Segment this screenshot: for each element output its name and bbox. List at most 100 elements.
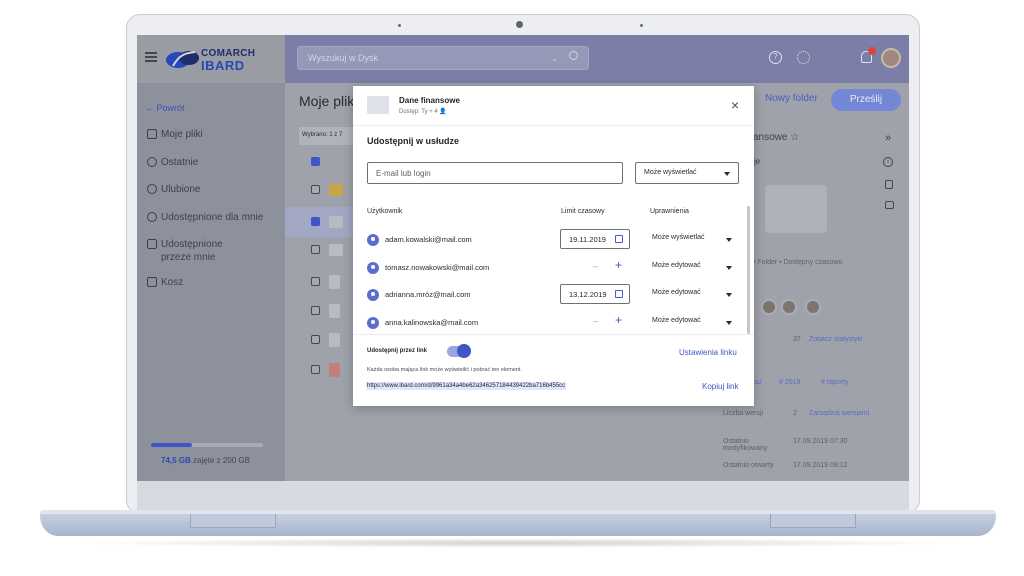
user-icon [367,289,379,301]
gear-icon[interactable] [797,51,810,64]
dialog-file-name: Dane finansowe [399,96,460,105]
chevron-down-icon [726,321,732,325]
row-checkbox[interactable] [311,365,320,374]
dialog-heading: Udostępnij w usłudze [367,136,460,146]
tag[interactable]: # 2019 [779,379,800,386]
info-icon[interactable]: i [883,157,893,167]
image-file-icon [329,333,340,347]
permission-value: Może edytować [652,317,701,324]
list-item: adam.kowalski@mail.com 19.11.2019 Może w… [353,228,743,256]
notification-badge [868,47,876,55]
link-settings-button[interactable]: Ustawienia linku [679,348,737,357]
collapse-panel-icon[interactable]: » [885,132,891,144]
permission-dropdown[interactable]: Może edytować [652,289,736,301]
permission-select[interactable]: Może wyświetlać [635,162,739,184]
back-link[interactable]: ← Powrót [145,103,185,113]
sidebar-item-shared-with-me[interactable]: Udostępnione dla mnie [161,212,263,223]
back-label: Powrót [156,103,185,113]
select-all-checkbox[interactable] [311,157,320,166]
sidebar-item-trash[interactable]: Kosz [161,277,183,288]
permission-dropdown[interactable]: Może edytować [652,262,736,274]
sidebar-item-my-files[interactable]: Moje pliki [161,129,203,140]
comarch-logo-icon [166,51,199,68]
new-folder-button[interactable]: Nowy folder [765,93,818,104]
tag[interactable]: # raporty [821,379,849,386]
details-title: ansowe ☆ [753,132,800,143]
storage-text: 74,5 GB zajęte z 200 GB [161,456,250,465]
folder-preview [765,185,827,233]
row-checkbox[interactable] [311,306,320,315]
storage-rest: zajęte z 200 GB [190,456,250,465]
date-field[interactable]: 19.11.2019 [560,229,630,249]
row-checkbox[interactable] [311,277,320,286]
shared-by-me-icon [147,239,157,249]
stats-link[interactable]: Zobacz statystyki [809,336,863,343]
email-field[interactable]: E-mail lub login [367,162,623,184]
comment-icon[interactable] [885,201,894,209]
document-icon [329,304,340,318]
user-avatar[interactable] [881,48,901,68]
document-icon [329,275,340,289]
chevron-down-icon [726,238,732,242]
folder-icon [367,96,389,114]
row-checkbox[interactable] [311,245,320,254]
permission-value: Może edytować [652,262,701,269]
date-field[interactable]: 13.12.2019 [560,284,630,304]
storage-used: 74,5 GB [161,456,191,465]
share-link-url[interactable]: https://www.ibard.com/d/9961a34a4be62a34… [366,382,567,390]
sidebar-item-favorites[interactable]: Ulubione [161,184,200,195]
add-limit-button[interactable]: + [615,314,622,326]
search-input[interactable]: Wyszukuj w Dysk [297,46,589,70]
user-email: adam.kowalski@mail.com [385,235,472,244]
copy-link-button[interactable]: Kopiuj link [702,382,738,391]
tag[interactable]: iaż [753,379,762,386]
manage-versions-link[interactable]: Zarządzaj wersjami [809,410,869,417]
column-header-user: Użytkownik [367,208,403,215]
help-icon[interactable]: ? [769,51,782,64]
modified-label: Ostatnio modyfikowany [723,438,768,452]
scrollbar[interactable] [747,206,750,334]
shared-with-me-icon [147,212,157,222]
add-limit-button[interactable]: + [615,259,622,271]
permission-dropdown[interactable]: Może wyświetlać [652,234,736,246]
chevron-down-icon[interactable]: ⌄ [551,53,559,64]
no-limit-text: -- [593,317,598,326]
folder-icon [329,216,343,228]
clock-icon [147,157,157,167]
row-checkbox[interactable] [311,335,320,344]
search-icon[interactable] [569,51,578,60]
laptop-shadow [70,538,966,548]
no-limit-text: -- [593,262,598,271]
trash-icon [147,277,157,287]
chevron-down-icon [726,266,732,270]
user-icon [367,262,379,274]
permission-dropdown[interactable]: Może edytować [652,317,736,329]
storage-bar-fill [151,443,192,447]
webcam [516,21,523,28]
sensor-dot-left [398,24,401,27]
page-title: Moje pliki [299,93,358,109]
upload-button[interactable]: Prześlij [831,89,901,111]
row-checkbox[interactable] [311,217,320,226]
share-link-label: Udostępnij przez link [367,348,428,354]
user-email: adrianna.mróz@mail.com [385,290,471,299]
calendar-icon [615,235,623,243]
selection-count: Wybrano: 1 z 7 [299,127,357,145]
sidebar-item-shared-by-me[interactable]: Udostępnione [161,239,223,250]
chevron-down-icon [726,293,732,297]
folder-icon [329,184,343,196]
user-email: anna.kalinowska@mail.com [385,318,479,327]
row-checkbox[interactable] [311,185,320,194]
calendar-icon[interactable] [885,180,893,189]
hinge-left [190,514,276,528]
permission-select-value: Może wyświetlać [644,169,697,176]
hamburger-menu-icon[interactable] [145,52,157,62]
versions-value: 2 [793,410,797,417]
share-link-toggle-knob[interactable] [457,344,471,358]
share-dialog: Dane finansowe Dostęp: Ty + 4 👤 × Udostę… [353,86,754,406]
chevron-down-icon [724,172,730,176]
sidebar-item-recent[interactable]: Ostatnie [161,157,198,168]
date-value: 19.11.2019 [569,235,606,244]
sensor-dot-right [640,24,643,27]
close-icon[interactable]: × [731,98,739,112]
